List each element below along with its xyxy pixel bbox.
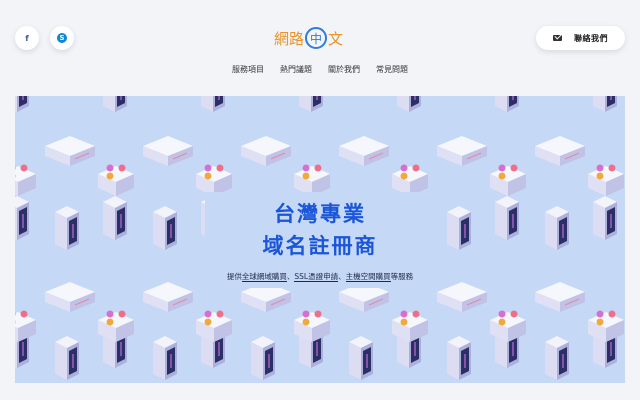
subtitle-prefix: 提供 <box>226 272 242 281</box>
router-box-icon <box>535 282 585 312</box>
switch-cube-icon <box>588 164 624 196</box>
contact-us-button[interactable]: 聯絡我們 <box>536 26 625 50</box>
nav-item-services[interactable]: 服務項目 <box>232 64 264 75</box>
hosting-link[interactable]: 主機空間購買 <box>345 272 391 282</box>
logo-text-2: 文 <box>328 29 344 48</box>
router-box-icon <box>241 136 291 166</box>
server-tower-icon <box>251 336 275 380</box>
facebook-icon[interactable]: f <box>15 26 39 50</box>
hero-title-line1: 台灣專業 <box>274 202 366 226</box>
router-box-icon <box>437 136 487 166</box>
server-tower-icon <box>103 96 127 112</box>
router-box-icon <box>45 282 95 312</box>
facebook-glyph: f <box>25 33 29 43</box>
server-tower-icon <box>153 336 177 380</box>
nav-item-faq[interactable]: 常見問題 <box>376 64 408 75</box>
logo-circle-text: 中 <box>310 31 323 46</box>
site-logo[interactable]: 網路 中 文 <box>274 24 343 52</box>
switch-cube-icon <box>196 164 232 196</box>
main-nav: 服務項目 熱門議題 關於我們 常見問題 <box>0 64 640 75</box>
server-tower-icon <box>201 96 225 112</box>
hero-banner: 台灣專業 域名註冊商 提供全球網域購買、SSL憑證申請、主機空間購買等服務 <box>15 96 625 383</box>
server-tower-icon <box>593 96 617 112</box>
switch-cube-icon <box>392 164 428 196</box>
skype-glyph: S <box>57 33 67 43</box>
router-box-icon <box>437 282 487 312</box>
skype-icon[interactable]: S <box>50 26 74 50</box>
server-tower-icon <box>15 96 29 112</box>
router-box-icon <box>45 136 95 166</box>
subtitle-suffix: 等服務 <box>390 272 414 281</box>
envelope-icon <box>553 35 562 41</box>
server-tower-icon <box>545 336 569 380</box>
server-tower-icon <box>349 336 373 380</box>
subtitle-sep: 、 <box>338 272 346 281</box>
server-tower-icon <box>397 96 421 112</box>
router-box-icon <box>339 136 389 166</box>
hero-title-line2: 域名註冊商 <box>262 234 378 258</box>
server-tower-icon <box>495 96 519 112</box>
hero-subtitle: 提供全球網域購買、SSL憑證申請、主機空間購買等服務 <box>15 271 625 282</box>
switch-cube-icon <box>294 164 330 196</box>
router-box-icon <box>143 282 193 312</box>
contact-us-label: 聯絡我們 <box>574 33 608 43</box>
switch-cube-icon <box>15 310 36 342</box>
nav-item-hot-topics[interactable]: 熱門議題 <box>280 64 312 75</box>
logo-text-1: 網路 <box>274 29 305 48</box>
switch-cube-icon <box>15 164 36 196</box>
switch-cube-icon <box>98 164 134 196</box>
server-tower-icon <box>55 336 79 380</box>
server-tower-icon <box>299 96 323 112</box>
domain-purchase-link[interactable]: 全球網域購買 <box>241 272 287 282</box>
server-tower-icon <box>447 336 471 380</box>
router-box-icon <box>143 136 193 166</box>
switch-cube-icon <box>490 164 526 196</box>
logo-circle-mark: 中 <box>305 27 328 49</box>
nav-item-about[interactable]: 關於我們 <box>328 64 360 75</box>
ssl-link[interactable]: SSL憑證申請 <box>294 272 339 282</box>
router-box-icon <box>535 136 585 166</box>
